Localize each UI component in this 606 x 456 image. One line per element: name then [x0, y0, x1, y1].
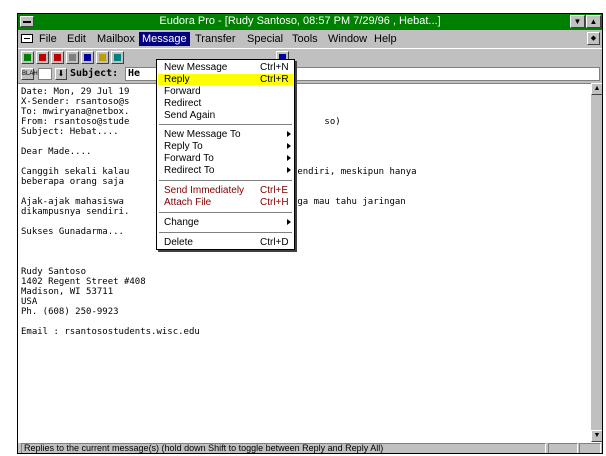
- body-line: From: rsantoso@stude so): [21, 117, 341, 127]
- body-line: [21, 187, 591, 197]
- body-line: 1402 Regent Street #408: [21, 277, 146, 287]
- menu-separator: [159, 212, 292, 213]
- system-menu-button[interactable]: [20, 16, 34, 27]
- body-line: To: mwiryana@netbox.: [21, 107, 130, 117]
- body-line: [21, 217, 591, 227]
- menu-bar: File Edit Mailbox Message Transfer Speci…: [18, 31, 602, 47]
- submenu-arrow-icon: [287, 219, 291, 225]
- menu-item-new-message-to[interactable]: New Message To: [158, 129, 293, 140]
- reply-icon[interactable]: [81, 51, 94, 64]
- body-line: Sukses Gunadarma...: [21, 227, 124, 237]
- body-line: Canggih sekali kalau aringan sendiri, me…: [21, 167, 417, 177]
- body-line: [21, 317, 591, 327]
- body-line: Dear Made....: [21, 147, 92, 157]
- toolbar: [18, 48, 602, 68]
- menu-item-reply[interactable]: Reply Ctrl+R: [158, 74, 293, 85]
- body-line: Ajak-ajak mahasiswa mereka juga mau tahu…: [21, 197, 406, 207]
- menu-separator: [159, 124, 292, 125]
- restore-icon[interactable]: ◆: [587, 32, 600, 45]
- menu-item-send-immediately[interactable]: Send Immediately Ctrl+E: [158, 185, 293, 196]
- body-line: Madison, WI 53711: [21, 287, 114, 297]
- status-text: Replies to the current message(s) (hold …: [21, 443, 546, 453]
- menu-window[interactable]: Window: [325, 32, 370, 46]
- menu-item-send-again[interactable]: Send Again: [158, 110, 293, 121]
- body-line: [21, 257, 591, 267]
- menu-tools[interactable]: Tools: [289, 32, 321, 46]
- submenu-arrow-icon: [287, 131, 291, 137]
- menu-item-delete[interactable]: Delete Ctrl+D: [158, 237, 293, 248]
- menu-separator: [159, 232, 292, 233]
- trash-icon[interactable]: [21, 51, 34, 64]
- new-message-icon[interactable]: [66, 51, 79, 64]
- scroll-down-icon[interactable]: ▼: [591, 430, 602, 442]
- submenu-arrow-icon: [287, 143, 291, 149]
- body-line: Subject: Hebat....: [21, 127, 119, 137]
- body-line: [21, 137, 591, 147]
- menu-item-forward[interactable]: Forward: [158, 86, 293, 97]
- priority-dropdown-icon[interactable]: ⬇: [55, 68, 67, 80]
- window-title: Eudora Pro - [Rudy Santoso, 08:57 PM 7/2…: [159, 15, 441, 27]
- body-line: X-Sender: rsantoso@s: [21, 97, 130, 107]
- body-line: Date: Mon, 29 Jul 19: [21, 87, 130, 97]
- scroll-up-icon[interactable]: ▲: [591, 83, 602, 95]
- menu-transfer[interactable]: Transfer: [192, 32, 239, 46]
- menu-message[interactable]: Message: [139, 32, 190, 46]
- inbox-icon[interactable]: [36, 51, 49, 64]
- status-bar: Replies to the current message(s) (hold …: [18, 442, 602, 453]
- body-line: [21, 157, 591, 167]
- menu-item-change[interactable]: Change: [158, 217, 293, 228]
- menu-edit[interactable]: Edit: [64, 32, 89, 46]
- maximize-button[interactable]: ▲: [586, 15, 601, 28]
- body-line: USA: [21, 297, 38, 307]
- body-line: Rudy Santoso: [21, 267, 87, 277]
- redirect-icon[interactable]: [111, 51, 124, 64]
- blah-blah-icon[interactable]: BLAH: [21, 68, 38, 80]
- menu-item-new-message[interactable]: New Message Ctrl+N: [158, 62, 293, 73]
- body-line: Email : rsantosostudents.wisc.edu: [21, 327, 200, 337]
- priority-field[interactable]: [38, 68, 52, 80]
- menu-help[interactable]: Help: [371, 32, 400, 46]
- body-line: beberapa orang saja ni.: [21, 177, 265, 187]
- menu-item-attach-file[interactable]: Attach File Ctrl+H: [158, 197, 293, 208]
- title-bar: Eudora Pro - [Rudy Santoso, 08:57 PM 7/2…: [18, 14, 602, 30]
- menu-separator: [159, 180, 292, 181]
- menu-item-redirect[interactable]: Redirect: [158, 98, 293, 109]
- status-cell: [548, 443, 578, 453]
- minimize-button[interactable]: ▼: [570, 15, 585, 28]
- menu-special[interactable]: Special: [244, 32, 286, 46]
- subject-label: Subject:: [70, 68, 119, 79]
- vertical-scrollbar[interactable]: ▲ ▼: [591, 83, 602, 442]
- subject-bar: BLAH ⬇ Subject: He: [18, 67, 602, 82]
- body-line: [21, 237, 591, 247]
- menu-item-reply-to[interactable]: Reply To: [158, 141, 293, 152]
- submenu-arrow-icon: [287, 155, 291, 161]
- body-line: Ph. (608) 250-9923: [21, 307, 119, 317]
- menu-item-forward-to[interactable]: Forward To: [158, 153, 293, 164]
- body-line: dikampusnya sendiri.: [21, 207, 130, 217]
- message-menu-dropdown: New Message Ctrl+N Reply Ctrl+R Forward Re…: [156, 59, 295, 250]
- menu-file[interactable]: File: [36, 32, 60, 46]
- menu-mailbox[interactable]: Mailbox: [94, 32, 138, 46]
- status-cell: [579, 443, 601, 453]
- forward-icon[interactable]: [96, 51, 109, 64]
- body-line: [21, 247, 591, 257]
- outbox-icon[interactable]: [51, 51, 64, 64]
- menu-item-redirect-to[interactable]: Redirect To: [158, 165, 293, 176]
- eudora-window: Eudora Pro - [Rudy Santoso, 08:57 PM 7/2…: [17, 13, 603, 454]
- document-system-menu-button[interactable]: [21, 34, 33, 43]
- submenu-arrow-icon: [287, 167, 291, 173]
- message-body[interactable]: Date: Mon, 29 Jul 19 X-Sender: rsantoso@s…: [18, 83, 591, 442]
